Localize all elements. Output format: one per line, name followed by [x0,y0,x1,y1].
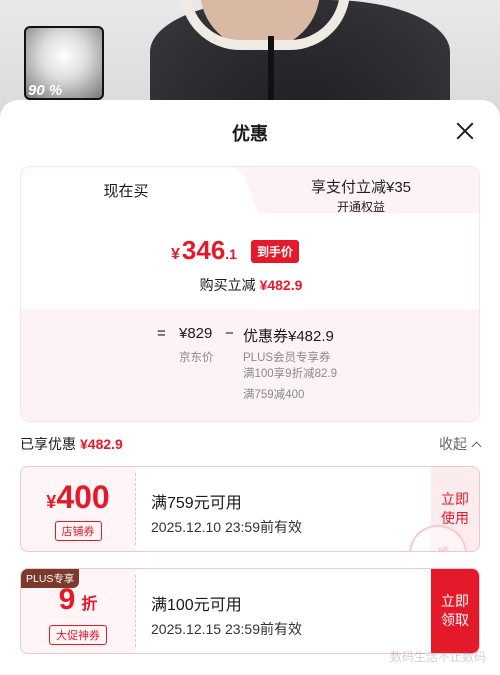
base-price: ¥829 [179,325,213,342]
collapse-label: 收起 [439,436,467,452]
chevron-up-icon [471,441,482,452]
final-price-badge: 到手价 [251,240,300,263]
price-decimal: .1 [225,246,237,262]
price-integer: 346 [181,235,226,265]
close-icon[interactable] [452,118,478,144]
thumbnail-badge: 90 % [28,82,63,99]
coupon-details: 满759元可用 2025.12.10 23:59前有效 [136,467,432,551]
discount-sheet: 优惠 现在买 享支付立减¥35 开通权益 ¥ 346 .1 到手价 购买立减 ¥4… [0,100,500,675]
base-price-label: 京东价 [179,352,214,364]
coupon-condition: 满759元可用 [151,495,242,512]
enjoyed-amount: ¥482.9 [80,436,123,452]
coupon-value-area: 9折 大促神券 [21,569,135,653]
coupon-expiry: 2025.12.10 23:59前有效 [151,519,302,535]
coupon-value: 400 [56,479,110,515]
tab-pay-discount[interactable]: 享支付立减¥35 开通权益 [241,167,479,214]
coupon-expiry: 2025.12.15 23:59前有效 [151,621,302,637]
watermark: 数码生活不止数码 [389,650,486,664]
price-card: 现在买 享支付立减¥35 开通权益 ¥ 346 .1 到手价 购买立减 ¥482.… [20,166,480,422]
coupon-card: PLUS专享 9折 大促神券 满100元可用 2025.12.15 23:59前… [20,568,480,654]
use-now-label: 立即使用 [441,491,469,526]
coupon-value-area: ¥400 店铺券 [21,467,135,551]
tab-buy-now-label: 现在买 [103,182,149,200]
price-currency: ¥ [171,246,180,263]
sheet-title: 优惠 [232,124,268,144]
equals-sign: = [157,325,166,342]
coupon-note-3: 满759减400 [243,389,305,401]
minus-sign: − [225,325,234,342]
coupon-note-1: PLUS会员专享券 [243,352,331,364]
final-price: ¥ 346 .1 [171,235,237,266]
coupon-tag: 店铺券 [54,521,102,541]
purchase-reduction: 购买立减 ¥482.9 [21,275,479,295]
coupon-currency: ¥ [46,492,57,512]
coupon-note-2: 满100享9折减82.9 [243,368,337,380]
enjoyed-label: 已享优惠 [20,436,76,452]
reduction-label: 购买立减 [199,277,256,293]
collapse-button[interactable]: 收起 [439,434,482,454]
coupon-total: 优惠券¥482.9 [243,328,334,345]
coupon-card: ¥400 店铺券 满759元可用 2025.12.10 23:59前有效 立即使… [20,466,480,552]
tab-pay-discount-title: 享支付立减¥35 [310,179,412,196]
coupon-tag: 大促神券 [49,625,107,645]
tab-buy-now[interactable]: 现在买 [21,167,231,213]
claim-now-label: 立即领取 [441,593,469,628]
reduction-amount: ¥482.9 [259,277,303,293]
enjoyed-discount-row: 已享优惠 ¥482.9 收起 [20,434,482,454]
coupon-condition: 满100元可用 [151,597,242,614]
claim-now-button[interactable]: 立即领取 [431,569,479,653]
coupon-unit: 折 [81,596,98,613]
coupon-details: 满100元可用 2025.12.15 23:59前有效 [136,569,432,653]
coupon-value: 9 [58,583,76,616]
